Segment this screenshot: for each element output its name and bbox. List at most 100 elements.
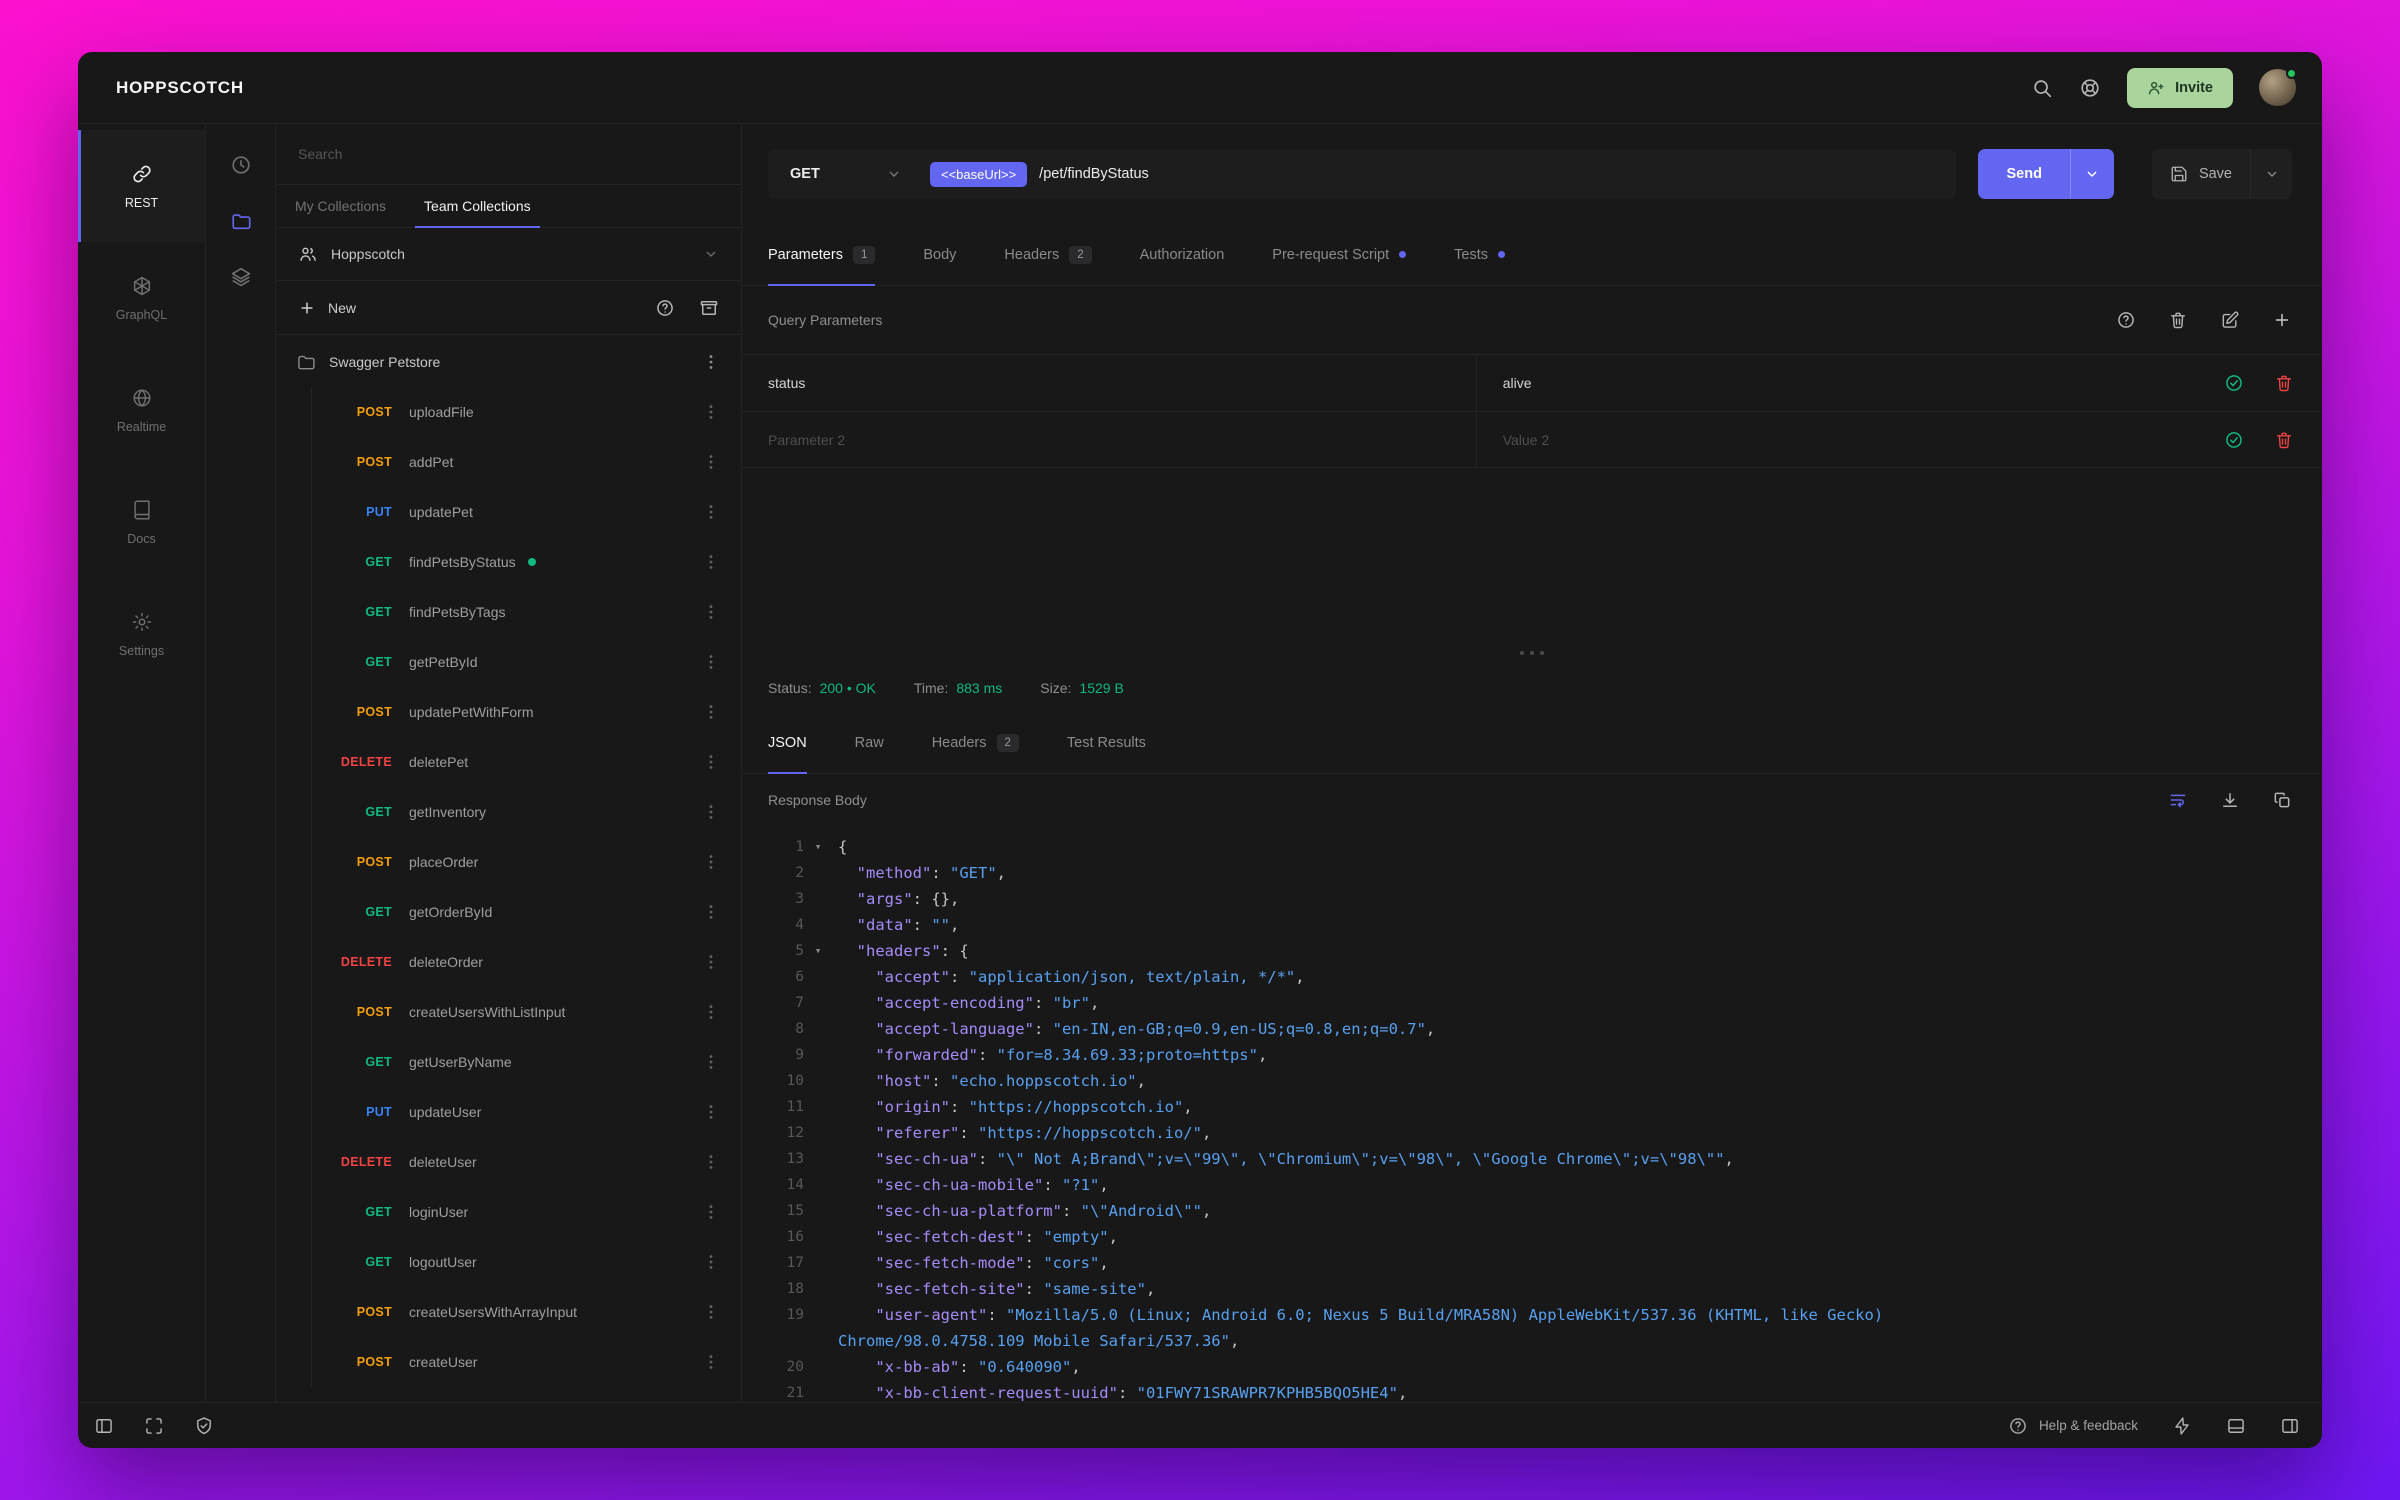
send-options-chevron-icon[interactable] — [2069, 149, 2114, 199]
fold-arrow-icon[interactable] — [804, 1302, 832, 1354]
support-icon[interactable] — [2079, 77, 2101, 99]
request-list-item[interactable]: GET getPetById — [276, 637, 741, 687]
request-menu-icon[interactable] — [701, 552, 721, 572]
request-list-item[interactable]: POST uploadFile — [276, 387, 741, 437]
toggle-right-panel-icon[interactable] — [2280, 1416, 2300, 1436]
save-options-chevron-icon[interactable] — [2250, 149, 2292, 199]
history-icon[interactable] — [230, 154, 252, 176]
toggle-bottom-panel-icon[interactable] — [2226, 1416, 2246, 1436]
download-icon[interactable] — [2220, 790, 2240, 810]
request-list-item[interactable]: PUT updateUser — [276, 1087, 741, 1137]
fold-arrow-icon[interactable] — [804, 1172, 832, 1198]
fold-arrow-icon[interactable] — [804, 860, 832, 886]
fold-arrow-icon[interactable] — [804, 1354, 832, 1380]
help-circle-icon[interactable] — [2116, 310, 2136, 330]
url-input[interactable]: <<baseUrl>> /pet/findByStatus — [920, 149, 1956, 199]
request-list-item[interactable]: DELETE deleteUser — [276, 1137, 741, 1187]
request-list-item[interactable]: GET loginUser — [276, 1187, 741, 1237]
param-key-input[interactable]: status — [742, 355, 1477, 411]
help-circle-icon[interactable] — [655, 298, 675, 318]
request-menu-icon[interactable] — [701, 702, 721, 722]
request-list-item[interactable]: PUT updatePet — [276, 487, 741, 537]
request-list-item[interactable]: POST createUsersWithArrayInput — [276, 1287, 741, 1337]
invite-button[interactable]: Invite — [2127, 67, 2233, 108]
request-list-item[interactable]: POST addPet — [276, 437, 741, 487]
request-tab[interactable]: Body — [923, 224, 956, 285]
edit-bulk-icon[interactable] — [2220, 310, 2240, 330]
fold-arrow-icon[interactable] — [804, 1094, 832, 1120]
fold-arrow-icon[interactable] — [804, 1380, 832, 1402]
fold-arrow-icon[interactable]: ▾ — [804, 938, 832, 964]
sidebar-item-realtime[interactable]: Realtime — [78, 354, 205, 466]
request-list-item[interactable]: POST createUsersWithListInput — [276, 987, 741, 1037]
avatar[interactable] — [2259, 68, 2297, 106]
request-menu-icon[interactable] — [701, 1002, 721, 1022]
sidebar-item-docs[interactable]: Docs — [78, 466, 205, 578]
collections-icon[interactable] — [230, 210, 252, 232]
response-tab[interactable]: Headers 2 — [932, 712, 1019, 773]
response-tab[interactable]: JSON — [768, 712, 807, 774]
request-tab[interactable]: Authorization — [1140, 224, 1225, 285]
param-delete-icon[interactable] — [2274, 373, 2294, 393]
request-menu-icon[interactable] — [701, 1302, 721, 1322]
request-menu-icon[interactable] — [701, 1152, 721, 1172]
request-menu-icon[interactable] — [701, 1352, 721, 1372]
fold-arrow-icon[interactable] — [804, 1146, 832, 1172]
shortcuts-zap-icon[interactable] — [2172, 1416, 2192, 1436]
fold-arrow-icon[interactable] — [804, 1224, 832, 1250]
param-active-toggle-icon[interactable] — [2224, 430, 2244, 450]
fold-arrow-icon[interactable] — [804, 990, 832, 1016]
response-tab[interactable]: Raw — [855, 712, 884, 773]
fold-arrow-icon[interactable] — [804, 912, 832, 938]
save-button[interactable]: Save — [2152, 149, 2250, 199]
param-value-input[interactable]: Value 2 — [1477, 412, 2192, 467]
expand-icon[interactable] — [144, 1416, 164, 1436]
request-menu-icon[interactable] — [701, 952, 721, 972]
request-list-item[interactable]: DELETE deletePet — [276, 737, 741, 787]
request-list-item[interactable]: GET logoutUser — [276, 1237, 741, 1287]
request-list-item[interactable]: POST updatePetWithForm — [276, 687, 741, 737]
search-input[interactable] — [298, 146, 719, 162]
fold-arrow-icon[interactable] — [804, 1276, 832, 1302]
request-tab[interactable]: Parameters 1 — [768, 224, 876, 286]
sidebar-item-rest[interactable]: REST — [78, 130, 205, 242]
param-value-input[interactable]: alive — [1477, 355, 2192, 411]
request-menu-icon[interactable] — [701, 1202, 721, 1222]
base-url-chip[interactable]: <<baseUrl>> — [930, 161, 1028, 187]
param-key-input[interactable]: Parameter 2 — [742, 412, 1477, 467]
param-active-toggle-icon[interactable] — [2224, 373, 2244, 393]
collection-folder[interactable]: Swagger Petstore — [276, 337, 741, 387]
new-collection-button[interactable]: New — [328, 300, 356, 316]
request-tab[interactable]: Tests — [1454, 224, 1505, 285]
fold-arrow-icon[interactable] — [804, 1198, 832, 1224]
request-menu-icon[interactable] — [701, 652, 721, 672]
request-menu-icon[interactable] — [701, 802, 721, 822]
request-list-item[interactable]: GET getOrderById — [276, 887, 741, 937]
delete-all-icon[interactable] — [2168, 310, 2188, 330]
collections-tab[interactable]: My Collections — [276, 185, 405, 227]
request-menu-icon[interactable] — [701, 402, 721, 422]
request-list-item[interactable]: GET findPetsByTags — [276, 587, 741, 637]
environments-icon[interactable] — [230, 266, 252, 288]
request-menu-icon[interactable] — [701, 1052, 721, 1072]
request-menu-icon[interactable] — [701, 502, 721, 522]
param-delete-icon[interactable] — [2274, 430, 2294, 450]
request-menu-icon[interactable] — [701, 752, 721, 772]
request-menu-icon[interactable] — [701, 1252, 721, 1272]
request-list-item[interactable]: POST createUser — [276, 1337, 741, 1387]
request-list-item[interactable]: GET getInventory — [276, 787, 741, 837]
fold-arrow-icon[interactable] — [804, 1120, 832, 1146]
collections-tab[interactable]: Team Collections — [405, 185, 550, 228]
fold-arrow-icon[interactable]: ▾ — [804, 834, 832, 860]
method-select[interactable]: GET — [768, 149, 920, 199]
wrap-lines-icon[interactable] — [2168, 790, 2188, 810]
request-tab[interactable]: Headers 2 — [1004, 224, 1092, 285]
request-list-item[interactable]: GET getUserByName — [276, 1037, 741, 1087]
request-menu-icon[interactable] — [701, 852, 721, 872]
response-tab[interactable]: Test Results — [1067, 712, 1146, 773]
fold-arrow-icon[interactable] — [804, 964, 832, 990]
sidebar-item-graphql[interactable]: GraphQL — [78, 242, 205, 354]
pane-resize-handle[interactable] — [1520, 651, 1544, 655]
request-list-item[interactable]: GET findPetsByStatus — [276, 537, 741, 587]
copy-icon[interactable] — [2272, 790, 2292, 810]
